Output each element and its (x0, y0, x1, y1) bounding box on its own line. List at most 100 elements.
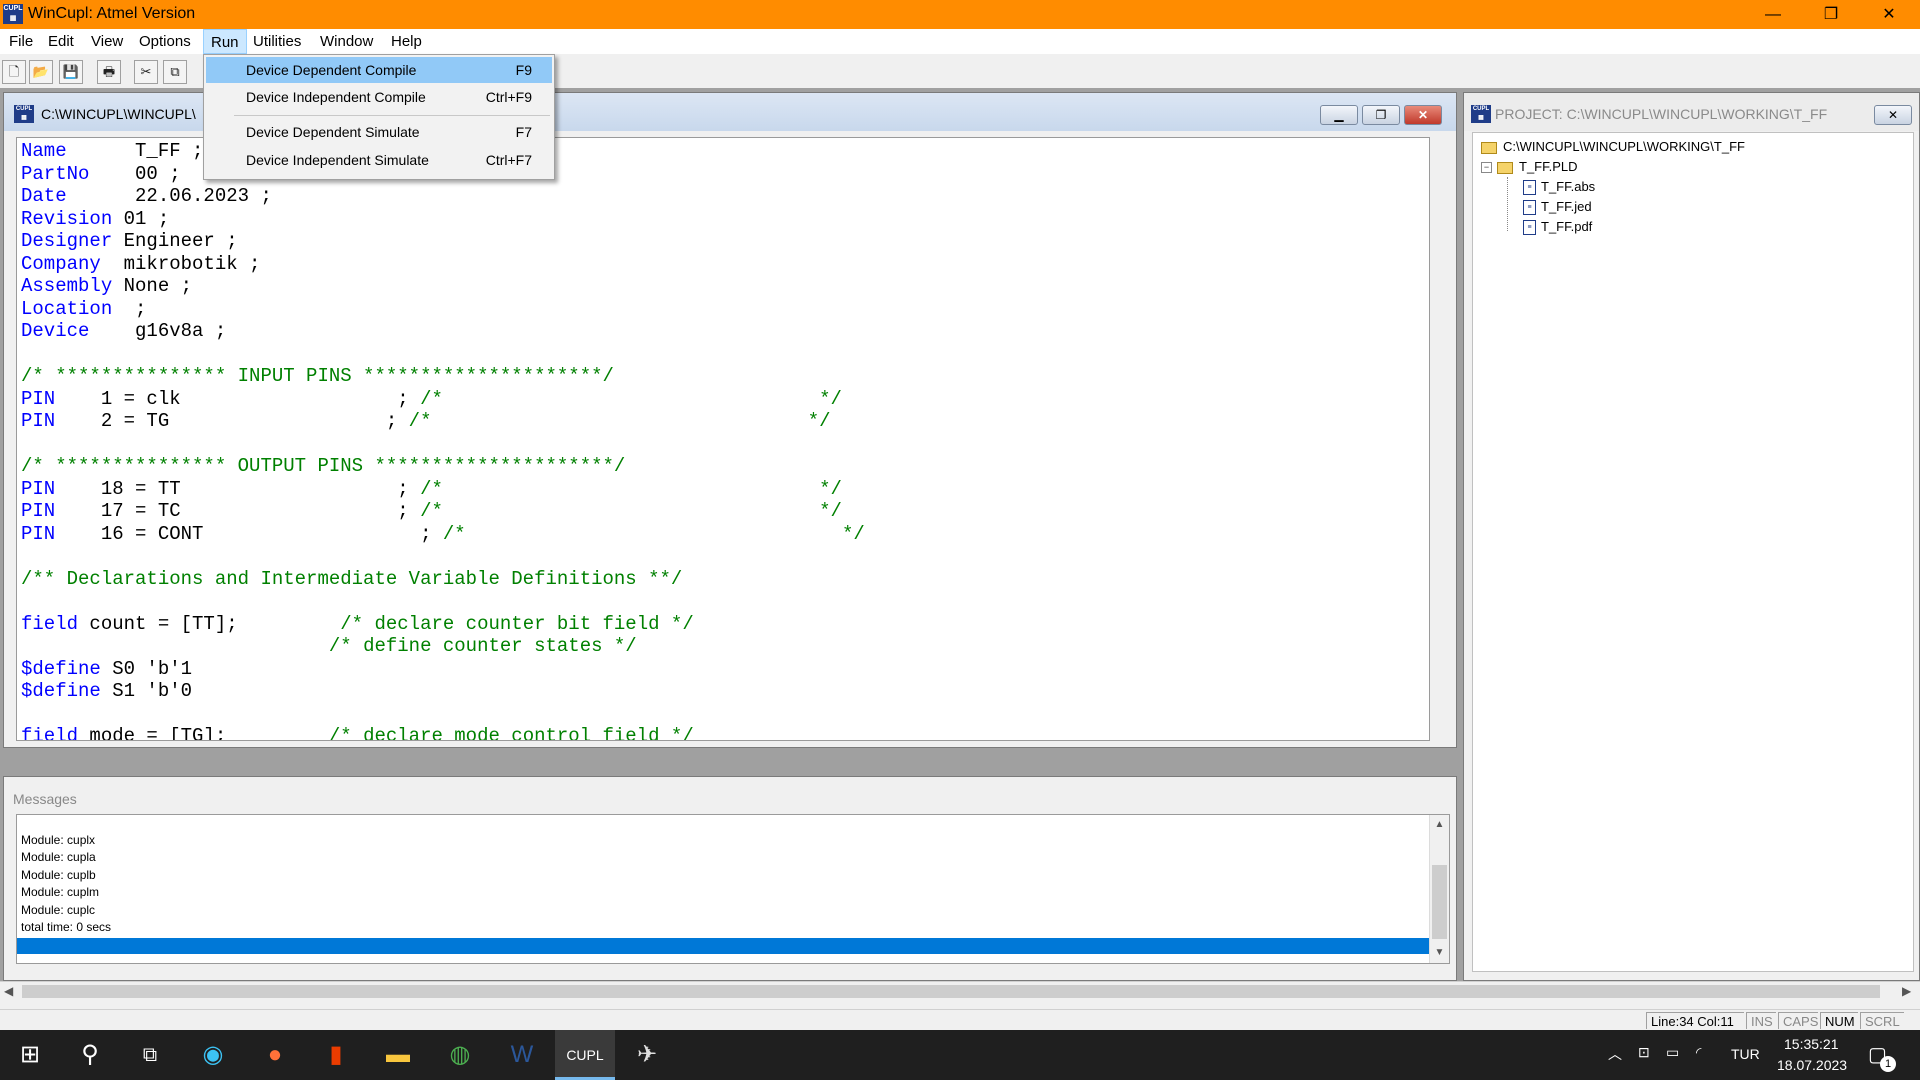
selected-message-line[interactable] (17, 938, 1429, 954)
clock-time[interactable]: 15:35:21 (1784, 1036, 1839, 1052)
menu-item-shortcut: Ctrl+F9 (485, 89, 532, 105)
scroll-up-icon[interactable]: ▲ (1430, 815, 1449, 834)
status-ins: INS (1746, 1012, 1776, 1029)
code-line: field count = [TT]; /* declare counter b… (21, 613, 694, 635)
network-icon[interactable]: ⊡ (1638, 1044, 1650, 1061)
status-line-col: Line:34 Col:11 (1646, 1012, 1744, 1029)
language-indicator[interactable]: TUR (1731, 1046, 1760, 1062)
messages-output[interactable]: Module: cuplx Module: cupla Module: cupl… (16, 814, 1450, 964)
edge-icon[interactable]: ◉ (183, 1030, 243, 1080)
code-text: 18 = TT ; (55, 477, 409, 500)
code-comment: /* */ (408, 387, 842, 410)
menu-item-shortcut: Ctrl+F7 (485, 152, 532, 168)
code-line: field mode = [TG]; /* declare mode contr… (21, 725, 694, 741)
close-button[interactable]: ✕ (1860, 0, 1918, 29)
chrome-icon[interactable]: ◍ (430, 1030, 490, 1080)
editor-close-button[interactable]: ✕ (1404, 105, 1442, 125)
tree-file-abs[interactable]: ≡ T_FF.abs (1523, 177, 1595, 197)
main-horizontal-scrollbar[interactable]: ◀ ▶ (0, 981, 1920, 1001)
tree-pld-label: T_FF.PLD (1519, 159, 1578, 174)
new-icon[interactable]: 🗋 (2, 60, 26, 84)
project-close-button[interactable]: ✕ (1874, 105, 1912, 125)
scroll-thumb[interactable] (22, 985, 1880, 998)
scroll-down-icon[interactable]: ▼ (1430, 943, 1449, 962)
office-icon[interactable]: ▮ (306, 1030, 366, 1080)
code-keyword: Assembly (21, 275, 113, 297)
tree-file-jed[interactable]: ≡ T_FF.jed (1523, 197, 1592, 217)
menu-separator (234, 115, 550, 116)
tree-root[interactable]: C:\WINCUPL\WINCUPL\WORKING\T_FF (1481, 137, 1745, 157)
editor-restore-button[interactable]: ❐ (1362, 105, 1400, 125)
menu-device-dependent-compile[interactable]: Device Dependent Compile F9 (206, 57, 552, 83)
code-line: /* define counter states */ (21, 635, 637, 657)
code-text: 22.06.2023 ; (66, 185, 272, 207)
project-tree[interactable]: C:\WINCUPL\WINCUPL\WORKING\T_FF − T_FF.PL… (1472, 132, 1914, 972)
code-keyword: field (21, 725, 79, 741)
code-line: PIN 2 = TG ; /* */ (21, 410, 831, 432)
scroll-left-icon[interactable]: ◀ (4, 984, 13, 998)
menu-device-independent-compile[interactable]: Device Independent Compile Ctrl+F9 (206, 84, 552, 110)
menu-file[interactable]: File (2, 29, 40, 54)
menu-help[interactable]: Help (384, 29, 429, 54)
menu-item-shortcut: F9 (515, 62, 532, 78)
menu-device-independent-simulate[interactable]: Device Independent Simulate Ctrl+F7 (206, 147, 552, 173)
print-icon[interactable]: 🖶 (97, 60, 121, 84)
code-editor[interactable]: Name T_FF ; PartNo 00 ; Date 22.06.2023 ; R… (16, 137, 1430, 741)
code-keyword: $define (21, 657, 101, 680)
app-icon[interactable]: ✈ (617, 1030, 677, 1080)
menu-options[interactable]: Options (132, 29, 198, 54)
menu-view[interactable]: View (84, 29, 130, 54)
code-text: 1 = clk ; (55, 387, 409, 410)
message-line: Module: cuplc (21, 903, 96, 917)
tree-pld[interactable]: − T_FF.PLD (1481, 157, 1578, 177)
minimize-button[interactable]: — (1744, 0, 1802, 29)
start-icon[interactable]: ⊞ (0, 1030, 60, 1080)
menu-utilities[interactable]: Utilities (246, 29, 308, 54)
code-keyword: PIN (21, 387, 56, 410)
tree-file-pdf[interactable]: ≡ T_FF.pdf (1523, 217, 1592, 237)
wifi-icon[interactable]: ◜ (1696, 1044, 1701, 1061)
code-keyword: Name (21, 140, 67, 162)
copy-icon[interactable]: ⧉ (163, 60, 187, 84)
status-bar: Line:34 Col:11 INS CAPS NUM SCRL (0, 1009, 1920, 1031)
project-window: CUPL ▦ PROJECT: C:\WINCUPL\WINCUPL\WORKIN… (1463, 92, 1920, 981)
word-icon[interactable]: W (492, 1030, 552, 1080)
clock-date[interactable]: 18.07.2023 (1777, 1057, 1847, 1073)
open-icon[interactable]: 📂 (29, 60, 53, 84)
message-line: total time: 0 secs (21, 920, 112, 934)
messages-vertical-scrollbar[interactable]: ▲ ▼ (1429, 815, 1449, 963)
menu-edit[interactable]: Edit (41, 29, 81, 54)
scroll-right-icon[interactable]: ▶ (1902, 984, 1911, 998)
menu-device-dependent-simulate[interactable]: Device Dependent Simulate F7 (206, 119, 552, 145)
run-menu-dropdown: Device Dependent Compile F9 Device Indepe… (203, 54, 555, 180)
code-comment: /* */ (408, 500, 842, 522)
code-keyword: PIN (21, 500, 56, 522)
tray-chevron-icon[interactable]: ︿ (1608, 1044, 1622, 1064)
folder-icon (1481, 141, 1497, 154)
search-icon[interactable]: ⚲ (60, 1030, 120, 1080)
tree-file-label: T_FF.pdf (1541, 219, 1593, 234)
maximize-button[interactable]: ❐ (1802, 0, 1860, 29)
scroll-thumb[interactable] (1432, 865, 1447, 939)
code-line: $define S1 'b'0 (21, 680, 192, 702)
wincupl-taskbar-icon[interactable]: CUPL (555, 1030, 615, 1080)
task-view-icon[interactable]: ⧉ (120, 1030, 180, 1080)
save-icon[interactable]: 💾 (59, 60, 83, 84)
code-keyword: PartNo (21, 162, 90, 185)
title-bar: CUPL ▦ WinCupl: Atmel Version — ❐ ✕ (0, 0, 1920, 29)
code-comment: /* */ (408, 477, 842, 500)
menu-window[interactable]: Window (313, 29, 380, 54)
collapse-icon[interactable]: − (1481, 162, 1492, 174)
tree-root-label: C:\WINCUPL\WINCUPL\WORKING\T_FF (1503, 139, 1745, 154)
menu-run[interactable]: Run (203, 29, 247, 54)
code-keyword: PIN (21, 477, 56, 500)
code-text: 17 = TC ; (55, 500, 409, 522)
battery-icon[interactable]: ▭ (1666, 1044, 1679, 1061)
firefox-icon[interactable]: ● (245, 1030, 305, 1080)
wincupl-app-icon[interactable]: CUPL ▦ (3, 4, 23, 24)
cut-icon[interactable]: ✂ (134, 60, 158, 84)
editor-minimize-button[interactable]: ▁ (1320, 105, 1358, 125)
file-explorer-icon[interactable]: ▬ (368, 1030, 428, 1080)
editor-vertical-scrollbar[interactable]: ▲ ▼ (1429, 138, 1430, 740)
